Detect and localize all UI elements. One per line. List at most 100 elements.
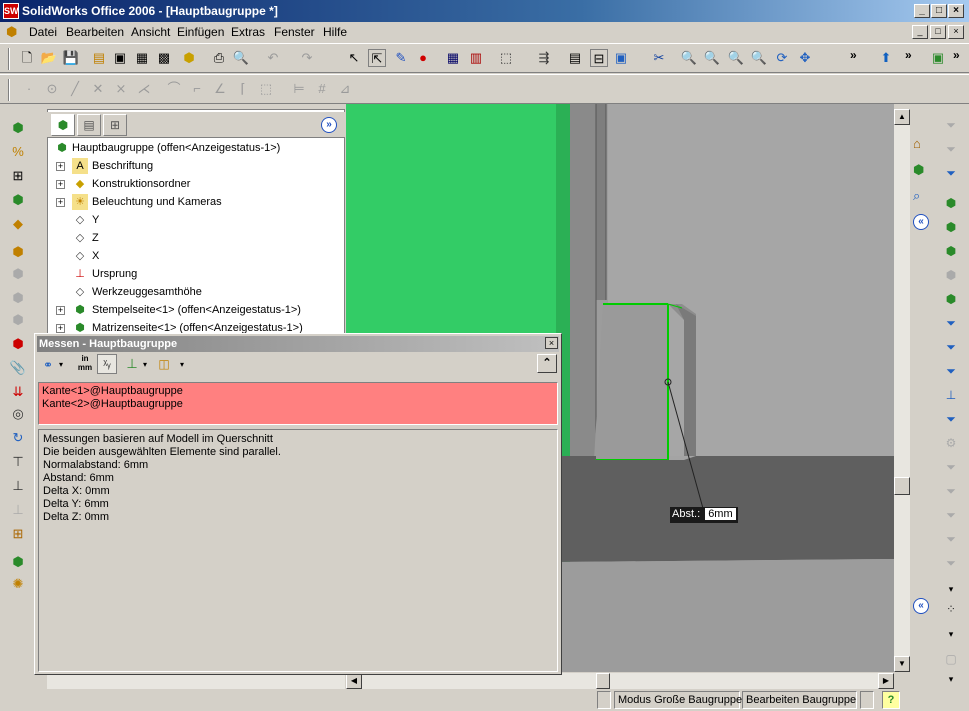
grid-icon[interactable]: ▦ [444,49,462,67]
pan-icon[interactable]: ✥ [796,49,814,67]
arc-icon[interactable]: ⌒ [165,80,183,98]
menu-datei[interactable]: Datei [29,25,57,39]
circle-icon[interactable]: ⊙ [43,80,61,98]
interference-icon[interactable]: ⬢ [8,334,28,354]
search-view-icon[interactable]: ⌕ [913,188,920,204]
collapse-results-button[interactable]: ⌃ [537,354,557,373]
show-hidden-icon[interactable]: ⬢ [8,242,28,262]
mass-properties-icon[interactable]: ▣ [612,49,630,67]
rebuild-icon[interactable]: ● [414,49,432,67]
rotate-component-icon[interactable]: ⬢ [8,190,28,210]
filter-icon[interactable]: ⏷ [941,115,961,135]
scroll-down-icon[interactable]: ▼ [894,656,910,672]
tab-property-manager[interactable]: ▤ [77,114,101,136]
rectangle-icon[interactable]: ⌈ [234,80,252,98]
new-icon[interactable]: 🗋 [18,49,36,67]
weld-bead-icon[interactable]: ⊥ [8,476,28,496]
collapse-panel-icon-bottom[interactable]: « [913,598,929,614]
toolbar-more-icon-2[interactable]: » [905,48,912,62]
edit-color-icon[interactable]: ▥ [467,49,485,67]
selection-item[interactable]: Kante<2>@Hauptbaugruppe [42,398,554,411]
menu-einfuegen[interactable]: Einfügen [177,25,224,39]
line-icon[interactable]: ╱ [66,80,84,98]
properties-icon[interactable]: ▩ [155,49,173,67]
expand-icon[interactable]: + [56,198,65,207]
more-filters-icon-2[interactable]: ▾ [941,624,961,644]
redo-icon[interactable]: ↷ [298,49,316,67]
print-preview-icon[interactable]: 🔍 [232,49,250,67]
mdi-minimize-button[interactable]: _ [912,25,928,39]
expand-icon[interactable]: + [56,306,65,315]
design-library-icon[interactable]: ✺ [8,574,28,594]
offset-icon[interactable]: ⋌ [135,80,153,98]
filter-balloon-icon[interactable]: ⏷ [941,481,961,501]
model-view-icon[interactable]: ⬢ [913,162,924,178]
select-icon[interactable]: ↖ [345,49,363,67]
more-filters-icon-3[interactable]: ▾ [941,669,961,689]
close-button[interactable]: × [948,4,964,18]
dropdown-arrow-icon-2[interactable]: ▾ [143,360,147,369]
angle-icon[interactable]: ⊿ [336,80,354,98]
expand-icon[interactable]: + [56,324,65,333]
measure-close-button[interactable]: × [545,337,558,349]
filter-plane-icon[interactable]: ⏷ [941,337,961,357]
scroll-right-icon[interactable]: ▶ [878,673,894,689]
exploded-view-icon[interactable]: ⇊ [8,382,28,402]
filter-vertex-icon[interactable]: ⬢ [941,265,961,285]
assembly-feature-icon[interactable]: ↻ [8,428,28,448]
new-assembly-icon[interactable]: ⬢ [8,288,28,308]
filter-edges-icon[interactable]: ⏷ [941,139,961,159]
save-icon[interactable]: 💾 [62,49,80,67]
tab-feature-manager[interactable]: ⬢ [51,114,75,136]
selection-list[interactable]: Kante<1>@Hauptbaugruppe Kante<2>@Hauptba… [38,382,558,425]
filter-assembly-icon[interactable]: ⬢ [941,217,961,237]
make-assembly-icon[interactable]: ⬢ [180,49,198,67]
layout-icon[interactable]: ▤ [566,49,584,67]
filter-part-icon[interactable]: ⬢ [941,193,961,213]
explode-line-icon[interactable]: ◎ [8,404,28,424]
filter-faces-icon[interactable]: ⏷ [941,163,961,183]
select-all-filters-icon[interactable]: ⁘ [941,599,961,619]
belt-chain-icon[interactable]: ⊥ [8,500,28,520]
copy-with-mates-icon[interactable]: ⬢ [8,310,28,330]
new-part-icon[interactable]: ⬢ [8,264,28,284]
dropdown-arrow-icon-3[interactable]: ▾ [180,360,184,369]
viewport-horizontal-scrollbar[interactable]: ◀ ▶ [346,673,894,689]
filter-weld-icon[interactable]: ⚙ [941,433,961,453]
sketch-grid-icon[interactable]: # [313,80,331,98]
more-filters-icon[interactable]: ▾ [941,579,961,599]
scroll-up-icon[interactable]: ▲ [894,109,910,125]
hole-series-icon[interactable]: ⊤ [8,452,28,472]
show-xyz-icon[interactable]: ᵡᵧ [97,354,117,374]
scroll-thumb[interactable] [894,477,910,495]
polygon-icon[interactable]: ∠ [211,80,229,98]
expand-panel-icon[interactable]: » [321,117,337,133]
menu-fenster[interactable]: Fenster [274,25,315,39]
help-icon[interactable]: ? [882,691,900,709]
collapse-panel-icon[interactable]: « [913,214,929,230]
make-drawing-icon[interactable]: ▤ [90,49,108,67]
projection-icon[interactable]: ◫ [155,355,173,373]
open-icon[interactable]: 📂 [40,49,58,67]
toolbox-icon[interactable]: ⬢ [8,552,28,572]
print-icon[interactable]: ⎙ [210,49,228,67]
menu-hilfe[interactable]: Hilfe [323,25,347,39]
filter-surface-icon[interactable]: ⏷ [941,529,961,549]
mates-icon[interactable]: ⬚ [497,49,515,67]
expand-icon[interactable]: + [56,180,65,189]
filter-cosmetic-icon[interactable]: ⏷ [941,553,961,573]
clear-filters-icon[interactable]: ▢ [941,649,961,669]
zoom-in-out-icon[interactable]: 🔍 [727,49,745,67]
home-icon[interactable]: ⌂ [913,136,921,151]
document-icon[interactable]: ⬢ [6,24,17,40]
point-icon[interactable]: · [20,80,38,98]
select-filter-icon[interactable]: ⇱ [368,49,386,67]
zoom-to-fit-icon[interactable]: 🔍 [680,49,698,67]
tree-horizontal-scrollbar[interactable] [47,675,345,689]
mirror-icon[interactable]: ⨯ [112,80,130,98]
zoom-fit-icon[interactable]: ✂ [650,49,668,67]
view-orientation-icon[interactable]: ⬆ [877,49,895,67]
measure-icon[interactable]: ⊟ [590,49,608,67]
scroll-left-icon[interactable]: ◀ [346,673,362,689]
toolbar-more-icon[interactable]: » [850,48,857,62]
